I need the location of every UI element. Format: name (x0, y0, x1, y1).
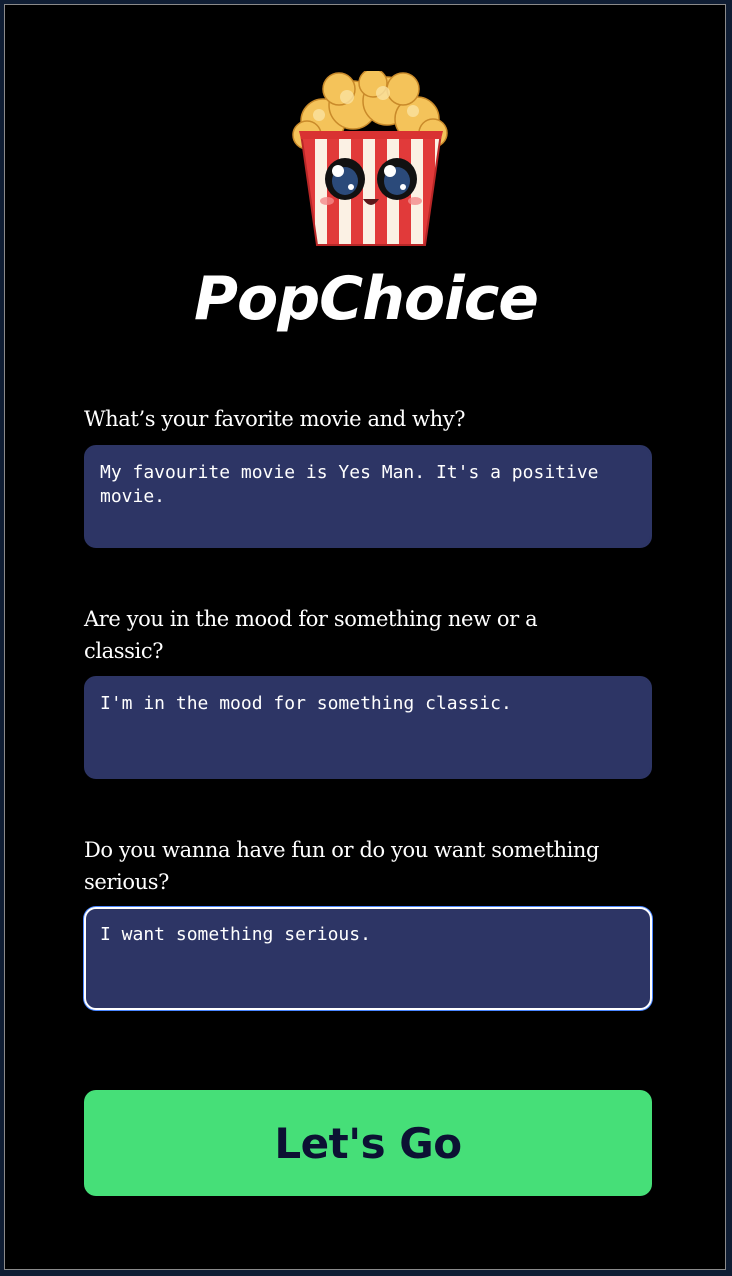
app-title: PopChoice (194, 264, 539, 334)
app-window: PopChoice What’s your favorite movie and… (4, 4, 726, 1270)
lets-go-button[interactable]: Let's Go (84, 1090, 652, 1196)
question-label-favorite-movie: What’s your favorite movie and why? (84, 407, 466, 431)
favorite-movie-input[interactable]: My favourite movie is Yes Man. It's a po… (84, 445, 652, 548)
question-label-new-or-classic: Are you in the mood for something new or… (84, 607, 538, 663)
question-label-fun-or-serious: Do you wanna have fun or do you want som… (84, 838, 600, 894)
new-or-classic-input[interactable]: I'm in the mood for something classic. (84, 676, 652, 779)
popcorn-mascot-icon (292, 71, 448, 246)
fun-or-serious-input[interactable]: I want something serious. (84, 907, 652, 1010)
